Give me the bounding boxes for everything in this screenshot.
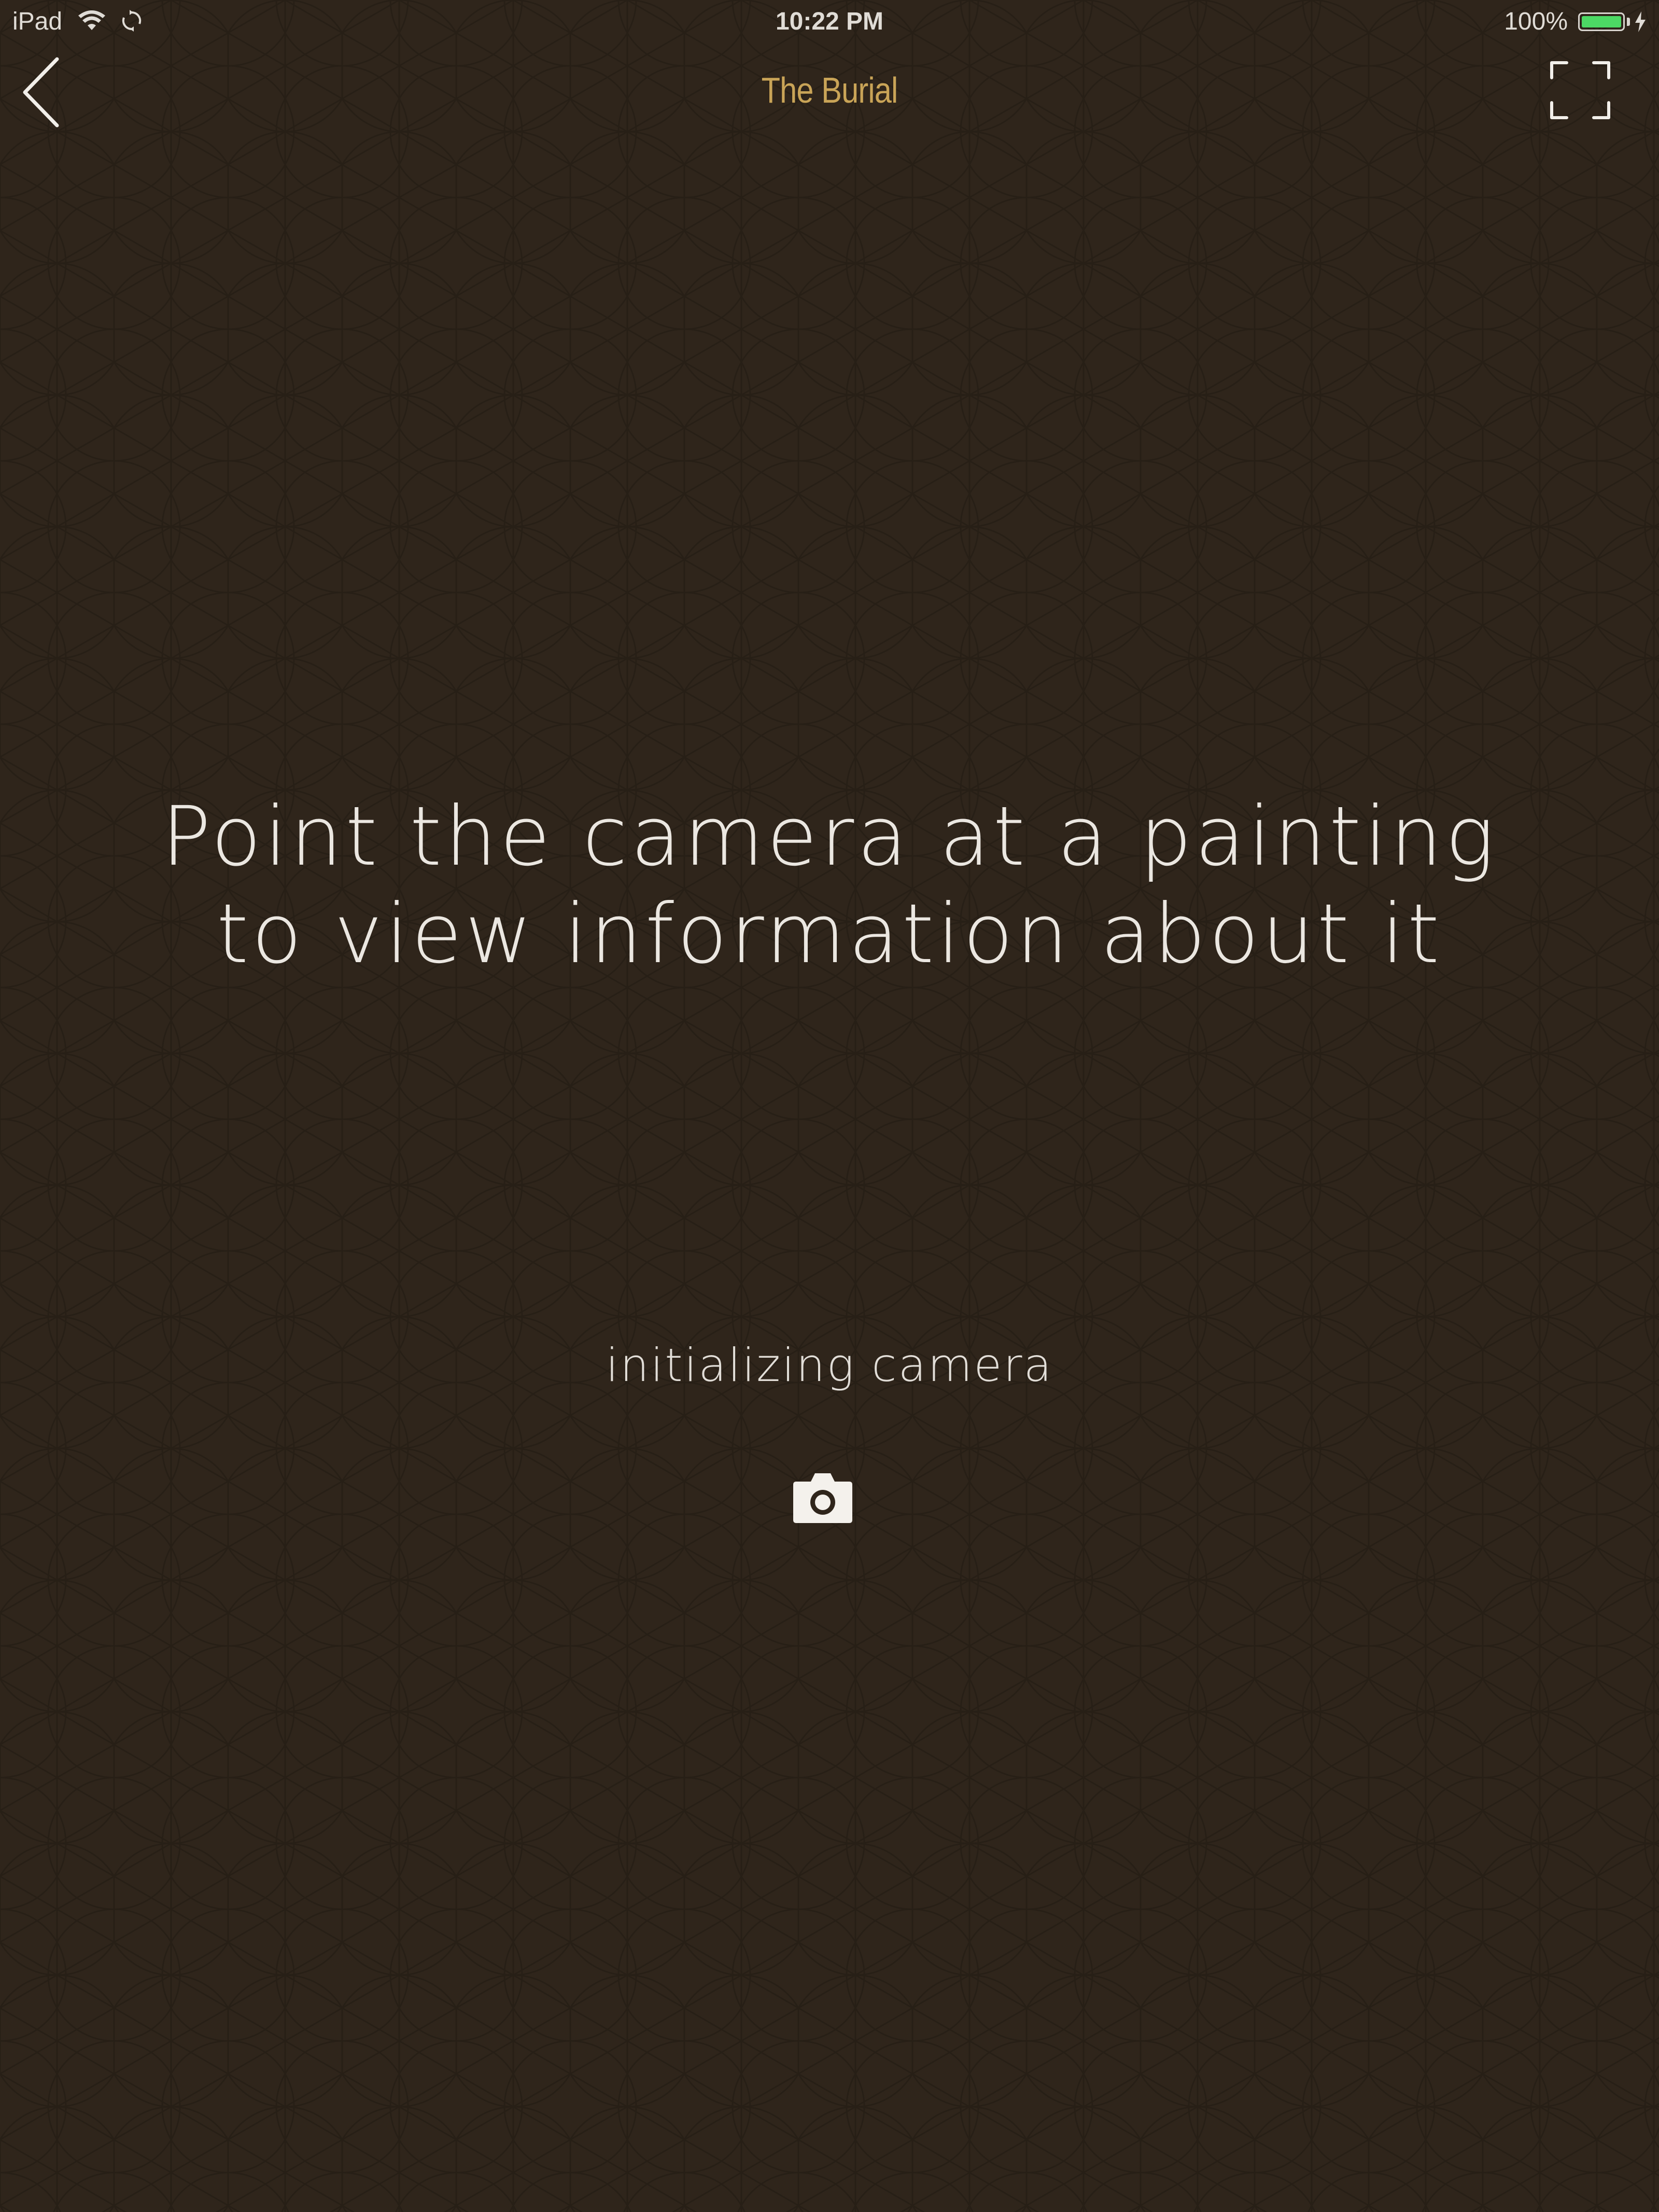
status-time: 10:22 PM xyxy=(775,8,884,35)
chevron-left-icon[interactable] xyxy=(20,56,61,129)
charging-bolt-icon xyxy=(1635,11,1646,32)
instruction-line-2: to view information about it xyxy=(216,886,1443,982)
battery-percent: 100% xyxy=(1504,8,1568,35)
fullscreen-corners-icon[interactable] xyxy=(1550,61,1610,119)
instruction-line-1: Point the camera at a painting xyxy=(161,789,1498,884)
battery-nub xyxy=(1627,18,1630,26)
page-title: The Burial xyxy=(761,70,898,110)
camera-status-text: initializing camera xyxy=(606,1339,1053,1392)
camera-icon xyxy=(793,1473,852,1523)
status-bar: iPad 10:22 PM 100% xyxy=(0,0,1659,43)
instruction-text: Point the camera at a painting to view i… xyxy=(0,788,1659,983)
battery-fill xyxy=(1582,16,1621,27)
battery-icon xyxy=(1578,12,1625,31)
geometric-background-pattern xyxy=(0,0,1659,2212)
